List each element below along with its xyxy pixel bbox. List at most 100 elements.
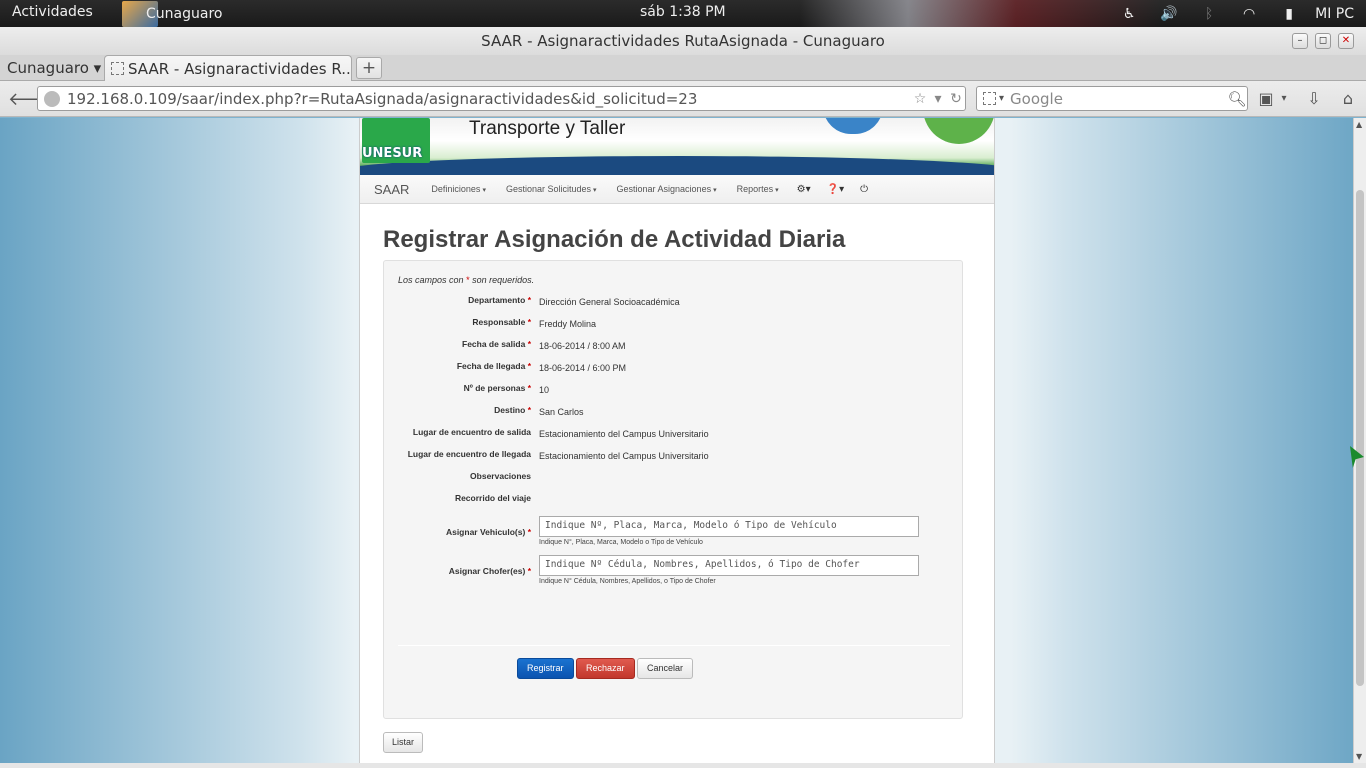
field-row: Fecha de llegada * 18-06-2014 / 6:00 PM (384, 361, 964, 383)
menu-label: Reportes (736, 184, 774, 194)
history-dropdown-icon[interactable]: ▾ (929, 91, 947, 107)
activities-button[interactable]: Actividades (12, 4, 93, 20)
settings-gear-icon[interactable]: ⚙▾ (797, 184, 811, 195)
page-scrollbar[interactable]: ▲ ▼ (1353, 118, 1366, 763)
required-star: * (527, 527, 531, 537)
close-window-button[interactable]: ✕ (1338, 33, 1354, 49)
scroll-up-icon[interactable]: ▲ (1356, 120, 1362, 129)
field-label: Responsable * (472, 317, 531, 327)
field-label-text: Lugar de encuentro de llegada (407, 449, 531, 459)
listar-button[interactable]: Listar (383, 732, 424, 753)
clock[interactable]: sáb 1:38 PM (640, 4, 726, 20)
rechazar-button[interactable]: Rechazar (576, 658, 635, 679)
institution-seal-icon (823, 118, 883, 134)
system-top-bar: Actividades Cunaguaro sáb 1:38 PM ♿ 🔊 ᛒ … (0, 0, 1366, 27)
site-identity-icon[interactable] (44, 90, 60, 107)
caret-down-icon: ▾ (593, 187, 597, 194)
site-navbar: SAAR Definiciones ▾ Gestionar Solicitudes… (360, 175, 994, 204)
field-label-text: Recorrido del viaje (454, 493, 531, 503)
required-star: * (527, 566, 531, 576)
volume-icon[interactable]: 🔊 (1160, 6, 1178, 22)
tab-group-menu[interactable]: Cunaguaro ▾ (7, 59, 101, 77)
form-well: Los campos con * son requeridos. Departa… (383, 260, 963, 719)
field-label-text: Destino (494, 405, 526, 415)
navbar-brand[interactable]: SAAR (374, 182, 409, 197)
menu-gestionar-solicitudes[interactable]: Gestionar Solicitudes ▾ (506, 184, 597, 194)
vehiculo-hint: Indique N°, Placa, Marca, Modelo o Tipo … (539, 539, 703, 546)
tab-strip: Cunaguaro ▾ SAAR - Asignaractividades R.… (0, 55, 1366, 81)
help-question-icon[interactable]: ❓▾ (827, 184, 844, 195)
bluetooth-icon[interactable]: ᛒ (1200, 6, 1218, 22)
menu-definiciones[interactable]: Definiciones ▾ (431, 184, 486, 194)
tab-label: SAAR - Asignaractividades R... (128, 59, 352, 78)
field-label: Recorrido del viaje (455, 493, 531, 503)
field-row: Destino * San Carlos (384, 405, 964, 427)
bookmark-star-icon[interactable]: ☆ (911, 91, 929, 107)
minimize-button[interactable]: – (1292, 33, 1308, 49)
field-value: Dirección General Socioacadémica (539, 297, 680, 307)
help-glyph: ❓ (826, 183, 840, 195)
wifi-icon[interactable]: ◠ (1240, 6, 1258, 22)
banner-swoosh (360, 156, 994, 175)
field-label: Fecha de llegada * (457, 361, 531, 371)
new-tab-button[interactable]: + (356, 57, 382, 79)
search-engine-icon[interactable] (983, 92, 996, 105)
chofer-label: Asignar Chofer(es) * (449, 566, 531, 576)
gear-glyph: ⚙ (796, 183, 806, 195)
battery-icon[interactable]: ▮ (1280, 6, 1298, 22)
field-label: Departamento * (468, 295, 531, 305)
page-viewport: UNESUR Transporte y Taller SAAR Definici… (0, 118, 1366, 763)
vehiculo-input[interactable]: Indique Nº, Placa, Marca, Modelo ó Tipo … (539, 516, 919, 537)
cancelar-button[interactable]: Cancelar (637, 658, 694, 679)
home-icon[interactable]: ⌂ (1337, 89, 1359, 109)
required-star: * (527, 405, 531, 415)
field-row: Lugar de encuentro de salida Estacionamie… (384, 427, 964, 449)
required-star: * (527, 339, 531, 349)
field-label: Destino * (494, 405, 531, 415)
url-text[interactable]: 192.168.0.109/saar/index.php?r=RutaAsign… (67, 90, 911, 108)
search-input[interactable]: Google (1010, 90, 1227, 108)
accessibility-icon[interactable]: ♿ (1120, 6, 1138, 22)
user-menu[interactable]: MI PC (1315, 6, 1354, 22)
vehiculo-label-text: Asignar Vehiculo(s) (445, 527, 526, 537)
field-label: Nº de personas * (464, 383, 531, 393)
field-label: Lugar de encuentro de salida (413, 427, 531, 437)
menu-label: Gestionar Solicitudes (505, 184, 591, 194)
power-glyph: ⏻ (860, 183, 869, 195)
banner-title: Transporte y Taller (469, 118, 626, 139)
registrar-button[interactable]: Registrar (517, 658, 574, 679)
maximize-button[interactable]: ◻ (1315, 33, 1331, 49)
required-star: * (527, 361, 531, 371)
downloads-icon[interactable]: ⇩ (1303, 89, 1325, 109)
required-fields-note: Los campos con * son requeridos. (398, 275, 534, 285)
menu-reportes[interactable]: Reportes ▾ (737, 184, 779, 194)
chofer-input[interactable]: Indique Nº Cédula, Nombres, Apellidos, ó… (539, 555, 919, 576)
reload-icon[interactable]: ↻ (947, 91, 965, 107)
field-row: Nº de personas * 10 (384, 383, 964, 405)
menu-label: Definiciones (431, 184, 481, 194)
required-star: * (527, 383, 531, 393)
field-label: Observaciones (470, 471, 531, 481)
field-row: Recorrido del viaje (384, 493, 964, 515)
menu-gestionar-asignaciones[interactable]: Gestionar Asignaciones ▾ (617, 184, 717, 194)
required-star: * (527, 317, 531, 327)
field-label-text: Fecha de salida (462, 339, 526, 349)
bookmarks-dropdown-icon[interactable]: ▾ (1277, 93, 1291, 113)
url-bar[interactable]: 192.168.0.109/saar/index.php?r=RutaAsign… (37, 86, 966, 111)
scrollbar-thumb[interactable] (1356, 190, 1364, 686)
field-row: Responsable * Freddy Molina (384, 317, 964, 339)
caret-down-icon: ▾ (713, 187, 717, 194)
app-menu[interactable]: Cunaguaro (122, 0, 222, 27)
vehiculo-label: Asignar Vehiculo(s) * (446, 527, 531, 537)
bookmarks-icon[interactable]: ▣ (1255, 89, 1277, 109)
search-magnifier-icon[interactable]: 🔍︎ (1227, 90, 1247, 108)
site-container: UNESUR Transporte y Taller SAAR Definici… (359, 118, 995, 763)
scroll-down-icon[interactable]: ▼ (1356, 752, 1362, 761)
field-value: Estacionamiento del Campus Universitario (539, 451, 709, 461)
search-box[interactable]: ▾ Google 🔍︎ (976, 86, 1248, 111)
logout-power-icon[interactable]: ⏻ (860, 184, 868, 195)
unesur-logo-text: UNESUR (362, 146, 423, 161)
search-engine-dropdown-icon[interactable]: ▾ (999, 93, 1004, 104)
field-value: 18-06-2014 / 8:00 AM (539, 341, 626, 351)
tab-saar[interactable]: SAAR - Asignaractividades R... (104, 55, 352, 81)
